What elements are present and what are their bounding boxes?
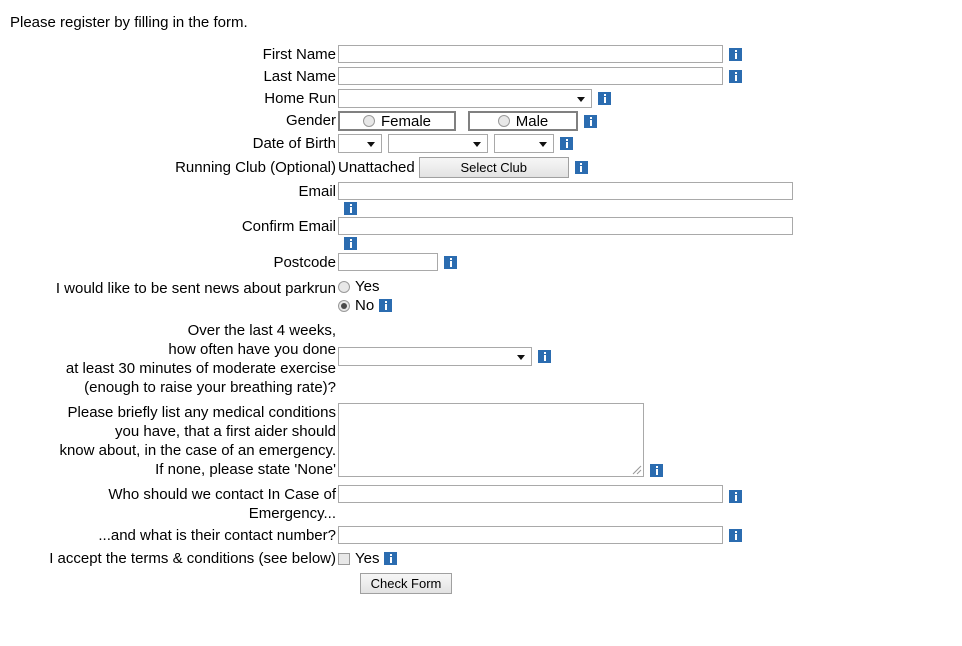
info-icon-medical-conditions[interactable] <box>650 464 663 477</box>
row-confirm-email: Confirm Email <box>0 217 962 250</box>
info-icon-home-run[interactable] <box>598 92 611 105</box>
label-gender: Gender <box>285 112 336 129</box>
row-submit: Check Form <box>0 573 962 594</box>
label-emergency-contact: Who should we contact In Case of Emergen… <box>108 486 336 522</box>
newsletter-label-no: No <box>355 297 375 314</box>
row-gender: Gender Female Male <box>0 111 962 131</box>
label-exercise: Over the last 4 weeks, how often have yo… <box>65 322 336 396</box>
gender-label-male: Male <box>515 112 549 130</box>
terms-option-label: Yes <box>355 550 380 567</box>
field-first-name <box>338 45 962 63</box>
label-newsletter: I would like to be sent news about parkr… <box>55 280 336 297</box>
info-icon-emergency-number[interactable] <box>729 528 742 542</box>
label-date-of-birth: Date of Birth <box>252 135 336 152</box>
registration-form: First Name Last Name Home Run Gender Fem… <box>0 45 962 594</box>
info-icon-confirm-email[interactable] <box>344 237 357 250</box>
row-emergency-number: ...and what is their contact number? <box>0 526 962 545</box>
field-submit: Check Form <box>360 573 962 594</box>
terms-checkbox[interactable] <box>338 552 350 565</box>
field-exercise <box>338 321 962 366</box>
row-exercise: Over the last 4 weeks, how often have yo… <box>0 321 962 397</box>
radio-newsletter-no[interactable] <box>338 299 350 312</box>
row-home-run: Home Run <box>0 89 962 108</box>
radio-newsletter-yes[interactable] <box>338 280 350 293</box>
info-icon-gender[interactable] <box>584 114 597 128</box>
row-date-of-birth: Date of Birth <box>0 134 962 153</box>
field-date-of-birth <box>338 134 962 153</box>
postcode-input[interactable] <box>338 253 438 271</box>
newsletter-option-no[interactable]: No <box>338 296 393 315</box>
select-club-button[interactable]: Select Club <box>418 157 569 178</box>
medical-conditions-textarea[interactable] <box>338 403 644 477</box>
running-club-value: Unattached <box>338 159 415 176</box>
row-postcode: Postcode <box>0 253 962 272</box>
label-email: Email <box>298 183 336 200</box>
row-running-club: Running Club (Optional) Unattached Selec… <box>0 157 962 178</box>
row-email: Email <box>0 182 962 215</box>
info-icon-postcode[interactable] <box>444 255 457 269</box>
dob-day-select[interactable] <box>338 134 382 153</box>
check-form-button[interactable]: Check Form <box>360 573 452 594</box>
newsletter-label-yes: Yes <box>355 278 380 295</box>
field-emergency-number <box>338 526 962 544</box>
info-icon-terms[interactable] <box>384 552 398 565</box>
emergency-number-input[interactable] <box>338 526 723 544</box>
label-emergency-number: ...and what is their contact number? <box>98 527 336 544</box>
info-icon-exercise[interactable] <box>538 350 551 363</box>
label-home-run: Home Run <box>264 90 336 107</box>
info-icon-date-of-birth[interactable] <box>560 137 573 150</box>
radio-female[interactable] <box>362 115 375 127</box>
gender-option-female[interactable]: Female <box>338 111 456 131</box>
label-last-name: Last Name <box>263 68 336 85</box>
label-first-name: First Name <box>262 46 336 63</box>
home-run-select[interactable] <box>338 89 592 108</box>
label-medical-conditions: Please briefly list any medical conditio… <box>59 404 336 478</box>
field-email <box>338 182 962 215</box>
first-name-input[interactable] <box>338 45 723 63</box>
medical-textarea-wrapper <box>338 403 644 477</box>
gender-option-male[interactable]: Male <box>468 111 578 131</box>
field-confirm-email <box>338 217 962 250</box>
label-running-club: Running Club (Optional) <box>175 159 336 176</box>
info-icon-last-name[interactable] <box>729 69 742 83</box>
dob-year-select[interactable] <box>494 134 554 153</box>
row-terms: I accept the terms & conditions (see bel… <box>0 549 962 568</box>
field-gender: Female Male <box>338 111 962 131</box>
field-medical-conditions <box>338 403 962 477</box>
emergency-contact-input[interactable] <box>338 485 723 503</box>
info-icon-first-name[interactable] <box>729 47 742 61</box>
email-input[interactable] <box>338 182 793 200</box>
exercise-select[interactable] <box>338 347 532 366</box>
row-last-name: Last Name <box>0 67 962 86</box>
last-name-input[interactable] <box>338 67 723 85</box>
field-newsletter: Yes No <box>338 277 962 315</box>
page-intro: Please register by filling in the form. <box>10 14 248 31</box>
info-icon-email[interactable] <box>344 202 357 215</box>
info-icon-emergency-contact[interactable] <box>729 490 742 503</box>
newsletter-options: Yes No <box>338 277 393 315</box>
label-terms: I accept the terms & conditions (see bel… <box>49 550 336 567</box>
confirm-email-input[interactable] <box>338 217 793 235</box>
gender-label-female: Female <box>380 112 432 130</box>
info-icon-newsletter[interactable] <box>379 299 393 312</box>
label-postcode: Postcode <box>273 254 336 271</box>
info-icon-running-club[interactable] <box>574 161 588 174</box>
row-first-name: First Name <box>0 45 962 64</box>
field-last-name <box>338 67 962 85</box>
dob-month-select[interactable] <box>388 134 488 153</box>
field-emergency-contact <box>338 485 962 504</box>
radio-male[interactable] <box>497 115 510 127</box>
field-running-club: Unattached Select Club <box>338 157 962 178</box>
field-postcode <box>338 253 962 271</box>
field-terms: Yes <box>338 550 962 567</box>
label-confirm-email: Confirm Email <box>241 218 336 235</box>
row-emergency-contact: Who should we contact In Case of Emergen… <box>0 485 962 523</box>
newsletter-option-yes[interactable]: Yes <box>338 277 392 296</box>
row-newsletter: I would like to be sent news about parkr… <box>0 277 962 315</box>
row-medical-conditions: Please briefly list any medical conditio… <box>0 403 962 479</box>
field-home-run <box>338 89 962 108</box>
